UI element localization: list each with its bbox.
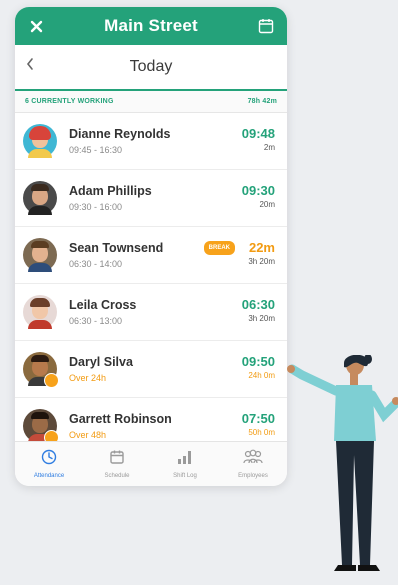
list-item[interactable]: Daryl Silva Over 24h 09:50 24h 0m — [15, 341, 287, 398]
phone-app: Main Street Today 6 CURRENTLY WORKING 78… — [15, 7, 287, 486]
clock-in-time: 09:50 — [241, 354, 275, 369]
tab-schedule[interactable]: Schedule — [83, 442, 151, 486]
avatar — [23, 238, 57, 272]
avatar — [23, 409, 59, 445]
calendar-icon[interactable] — [255, 15, 277, 37]
day-label: Today — [129, 58, 173, 75]
tab-shift-log[interactable]: Shift Log — [151, 442, 219, 486]
clock-in-time: 07:50 — [241, 411, 275, 426]
chevron-left-icon[interactable] — [25, 57, 35, 76]
bar-chart-icon — [176, 449, 194, 470]
clock-icon — [41, 449, 57, 470]
working-summary: 6 CURRENTLY WORKING 78h 42m — [15, 91, 287, 113]
calendar-icon — [109, 449, 125, 470]
clock-in-time: 09:48 — [241, 126, 275, 141]
bottom-tab-bar: Attendance Schedule Shift Log Employees — [15, 441, 287, 486]
list-item[interactable]: Adam Phillips 09:30 - 16:00 09:30 20m — [15, 170, 287, 227]
tab-label: Shift Log — [173, 473, 197, 479]
people-icon — [242, 449, 264, 470]
employee-list: Dianne Reynolds 09:45 - 16:30 09:48 2m A… — [15, 113, 287, 455]
elapsed-time: 3h 20m — [248, 257, 275, 266]
elapsed-time: 50h 0m — [248, 428, 275, 437]
person-illustration — [287, 355, 398, 571]
avatar — [23, 124, 57, 158]
app-header: Main Street — [15, 7, 287, 45]
break-duration: 22m — [248, 240, 275, 255]
elapsed-time: 24h 0m — [248, 371, 275, 380]
working-count: 6 CURRENTLY WORKING — [25, 98, 114, 105]
day-selector: Today — [15, 45, 287, 91]
tab-label: Attendance — [33, 473, 65, 479]
list-item[interactable]: Dianne Reynolds 09:45 - 16:30 09:48 2m — [15, 113, 287, 170]
list-item[interactable]: Sean Townsend 06:30 - 14:00 BREAK 22m 3h… — [15, 227, 287, 284]
elapsed-time: 2m — [263, 143, 275, 152]
tab-attendance[interactable]: Attendance — [15, 442, 83, 486]
avatar — [23, 181, 57, 215]
elapsed-time: 3h 20m — [248, 314, 275, 323]
elapsed-time: 20m — [259, 200, 275, 209]
break-badge: BREAK — [203, 241, 235, 255]
list-item[interactable]: Leila Cross 06:30 - 13:00 06:30 3h 20m — [15, 284, 287, 341]
working-total: 78h 42m — [247, 98, 277, 105]
warning-badge — [44, 373, 59, 388]
clock-in-time: 09:30 — [241, 183, 275, 198]
avatar — [23, 295, 57, 329]
clock-in-time: 06:30 — [241, 297, 275, 312]
tab-employees[interactable]: Employees — [219, 442, 287, 486]
close-icon[interactable] — [25, 15, 47, 37]
tab-label: Schedule — [104, 473, 130, 479]
location-title: Main Street — [104, 16, 198, 35]
tab-label: Employees — [238, 473, 268, 479]
avatar — [23, 352, 59, 388]
